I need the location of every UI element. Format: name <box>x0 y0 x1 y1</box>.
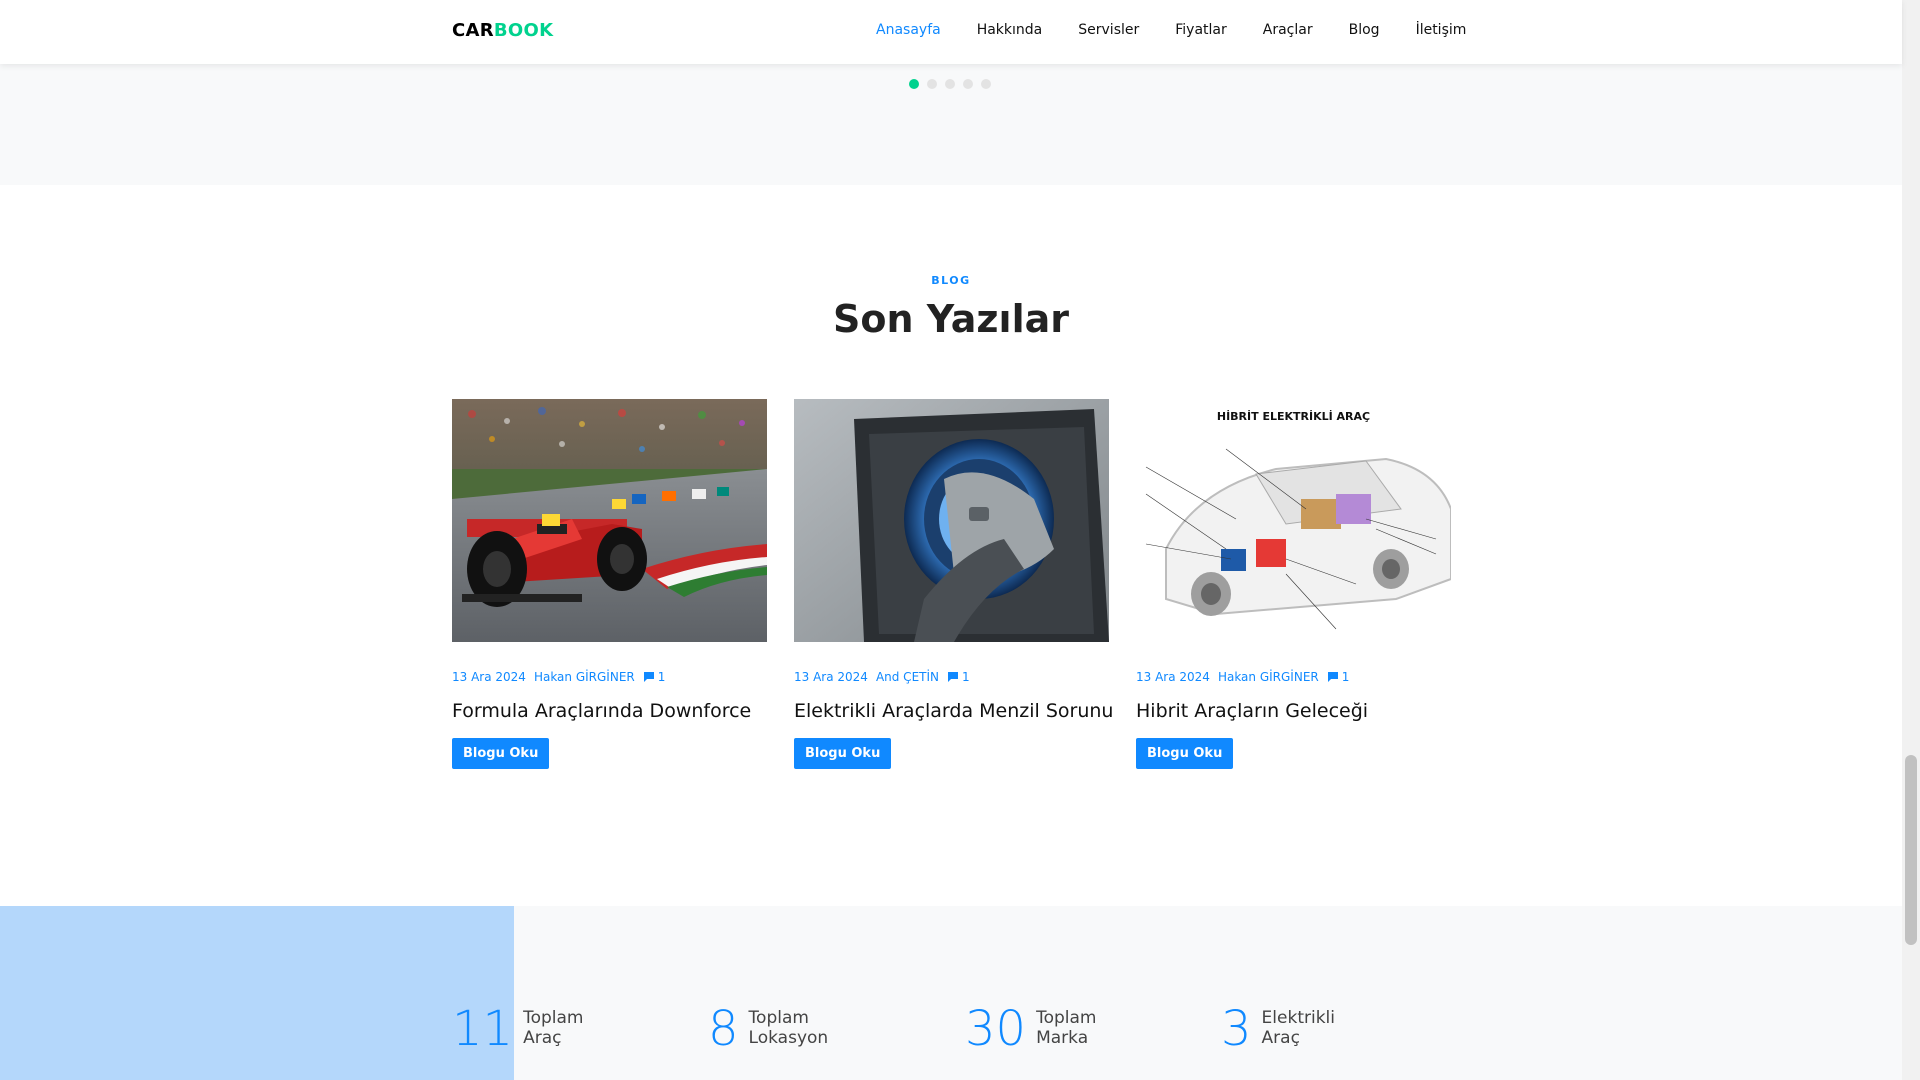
blog-meta: 13 Ara 2024 Hakan GİRGİNER 1 <box>1136 670 1451 684</box>
navbar: CARBOOK Anasayfa Hakkında Servisler Fiya… <box>0 0 1902 64</box>
comment-icon <box>643 672 654 682</box>
nav-item-blog[interactable]: Blog <box>1331 22 1398 38</box>
carousel-dot-5[interactable] <box>981 79 991 89</box>
counter-number: 8 <box>708 1001 739 1057</box>
main-nav: Anasayfa Hakkında Servisler Fiyatlar Ara… <box>858 22 1484 38</box>
counter-number: 3 <box>1221 1001 1252 1057</box>
logo-part-car: CAR <box>452 20 494 41</box>
counter-label: Toplam Araç <box>523 1008 584 1048</box>
counter-total-cars: 11 Toplam Araç <box>452 1005 583 1053</box>
counter-number: 30 <box>965 1001 1027 1057</box>
counter-total-locations: 8 Toplam Lokasyon <box>708 1005 828 1053</box>
section-kicker: BLOG <box>931 274 971 287</box>
nav-item-iletisim[interactable]: İletişim <box>1398 22 1485 38</box>
comment-count: 1 <box>1341 670 1350 684</box>
blog-comments[interactable]: 1 <box>947 670 970 684</box>
blog-title[interactable]: Elektrikli Araçlarda Menzil Sorunu <box>794 700 1113 722</box>
carousel-dot-2[interactable] <box>927 79 937 89</box>
blog-title[interactable]: Formula Araçlarında Downforce <box>452 700 767 722</box>
counter-number: 11 <box>452 1001 514 1057</box>
blog-author[interactable]: Hakan GİRGİNER <box>1218 670 1319 684</box>
section-title: Son Yazılar <box>833 297 1069 341</box>
page-scrollbar[interactable] <box>1902 0 1920 1080</box>
blog-date[interactable]: 13 Ara 2024 <box>452 670 526 684</box>
nav-item-fiyatlar[interactable]: Fiyatlar <box>1157 22 1245 38</box>
read-blog-button[interactable]: Blogu Oku <box>1136 738 1234 769</box>
blog-date[interactable]: 13 Ara 2024 <box>794 670 868 684</box>
blog-author[interactable]: And ÇETİN <box>876 670 939 684</box>
blog-card: 13 Ara 2024 Hakan GİRGİNER 1 Formula Ara… <box>452 399 767 769</box>
counter-label: Toplam Lokasyon <box>748 1008 829 1048</box>
blog-image-hybrid-diagram[interactable]: HİBRİT ELEKTRİKLİ ARAÇ <box>1136 399 1451 642</box>
nav-item-anasayfa[interactable]: Anasayfa <box>858 22 959 38</box>
counter-label: Toplam Marka <box>1036 1008 1097 1048</box>
logo[interactable]: CARBOOK <box>452 20 553 41</box>
carousel-dot-4[interactable] <box>963 79 973 89</box>
blog-image-ev-charger[interactable] <box>794 399 1109 642</box>
carousel-dot-1[interactable] <box>909 79 919 89</box>
counter-total-brands: 30 Toplam Marka <box>965 1005 1096 1053</box>
carousel-dots <box>909 79 991 89</box>
nav-item-araclar[interactable]: Araçlar <box>1245 22 1331 38</box>
blog-comments[interactable]: 1 <box>643 670 666 684</box>
read-blog-button[interactable]: Blogu Oku <box>794 738 892 769</box>
nav-item-servisler[interactable]: Servisler <box>1060 22 1157 38</box>
nav-item-hakkinda[interactable]: Hakkında <box>959 22 1061 38</box>
comment-icon <box>1327 672 1338 682</box>
blog-meta: 13 Ara 2024 Hakan GİRGİNER 1 <box>452 670 767 684</box>
blog-title[interactable]: Hibrit Araçların Geleceği <box>1136 700 1451 722</box>
carousel-dot-3[interactable] <box>945 79 955 89</box>
counter-accent-panel <box>0 906 514 1080</box>
comment-count: 1 <box>657 670 666 684</box>
counter-label: Elektrikli Araç <box>1261 1008 1335 1048</box>
blog-card: 13 Ara 2024 And ÇETİN 1 Elektrikli Araçl… <box>794 399 1113 769</box>
read-blog-button[interactable]: Blogu Oku <box>452 738 550 769</box>
blog-meta: 13 Ara 2024 And ÇETİN 1 <box>794 670 1109 684</box>
comment-count: 1 <box>962 670 970 684</box>
counter-electric-cars: 3 Elektrikli Araç <box>1221 1005 1335 1053</box>
logo-part-book: BOOK <box>493 20 554 41</box>
scrollbar-thumb[interactable] <box>1905 755 1917 945</box>
blog-image-formula-car[interactable] <box>452 399 767 642</box>
blog-card: HİBRİT ELEKTRİKLİ ARAÇ 13 Ara 2024 Hakan… <box>1136 399 1451 769</box>
comment-icon <box>948 672 958 682</box>
blog-comments[interactable]: 1 <box>1327 670 1350 684</box>
blog-author[interactable]: Hakan GİRGİNER <box>534 670 635 684</box>
blog-date[interactable]: 13 Ara 2024 <box>1136 670 1210 684</box>
